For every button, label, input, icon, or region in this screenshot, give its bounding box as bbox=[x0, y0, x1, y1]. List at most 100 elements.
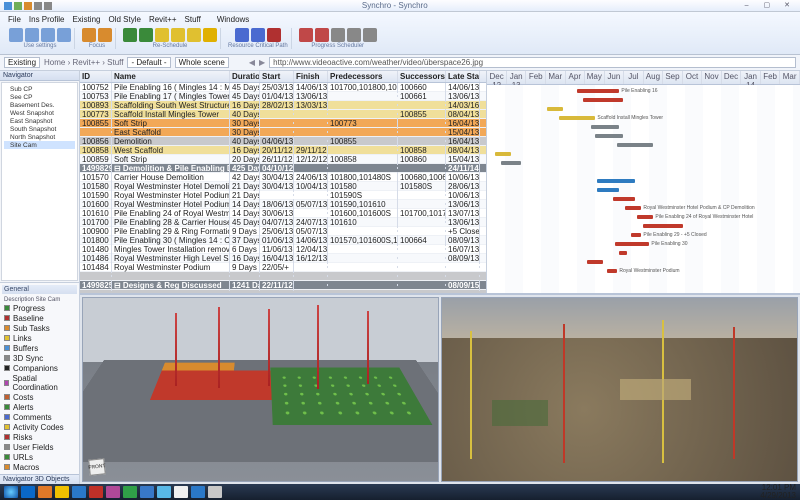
taskbar-app-icon[interactable] bbox=[106, 486, 120, 498]
gantt-bar[interactable] bbox=[607, 269, 617, 273]
property-row[interactable]: Baseline bbox=[2, 313, 77, 323]
tree-item[interactable]: Basement Des. bbox=[4, 101, 75, 109]
ribbon-button[interactable] bbox=[41, 28, 55, 42]
qat-icon[interactable] bbox=[24, 2, 32, 10]
column-header[interactable]: Late Start bbox=[446, 71, 480, 82]
gantt-bar[interactable] bbox=[597, 179, 635, 183]
ribbon-button[interactable] bbox=[155, 28, 169, 42]
property-row[interactable]: Sub Tasks bbox=[2, 323, 77, 333]
tree-item[interactable]: West Snapshot bbox=[4, 109, 75, 117]
ribbon-button[interactable] bbox=[203, 28, 217, 42]
ribbon-button[interactable] bbox=[331, 28, 345, 42]
tree-item[interactable]: Sub CP bbox=[4, 85, 75, 93]
system-clock[interactable]: 12:01 PM 4/29/2013 bbox=[760, 484, 796, 500]
ribbon-button[interactable] bbox=[171, 28, 185, 42]
taskbar-app-icon[interactable] bbox=[55, 486, 69, 498]
ribbon-tab[interactable]: File bbox=[8, 15, 21, 24]
taskbar-app-icon[interactable] bbox=[208, 486, 222, 498]
property-row[interactable]: Companions bbox=[2, 363, 77, 373]
property-row[interactable]: URLs bbox=[2, 452, 77, 462]
property-row[interactable]: Risks bbox=[2, 432, 77, 442]
ribbon-button[interactable] bbox=[251, 28, 265, 42]
gantt-bar[interactable] bbox=[559, 116, 595, 120]
ribbon-button[interactable] bbox=[347, 28, 361, 42]
tree-item[interactable]: South Snapshot bbox=[4, 125, 75, 133]
taskbar-app-icon[interactable] bbox=[140, 486, 154, 498]
property-row[interactable]: 3D Sync bbox=[2, 353, 77, 363]
gantt-bar[interactable] bbox=[643, 224, 683, 228]
property-row[interactable]: Links bbox=[2, 333, 77, 343]
os-taskbar[interactable]: 12:01 PM 4/29/2013 bbox=[0, 484, 800, 500]
ribbon-button[interactable] bbox=[187, 28, 201, 42]
taskbar-app-icon[interactable] bbox=[72, 486, 86, 498]
gantt-bar[interactable] bbox=[597, 188, 619, 192]
taskbar-app-icon[interactable] bbox=[174, 486, 188, 498]
ribbon-tab[interactable]: Windows bbox=[217, 15, 249, 24]
qat-icon[interactable] bbox=[34, 2, 42, 10]
column-header[interactable]: ID bbox=[80, 71, 112, 82]
tree-item[interactable]: See CP bbox=[4, 93, 75, 101]
gantt-bar[interactable] bbox=[495, 152, 511, 156]
property-row[interactable]: Buffers bbox=[2, 343, 77, 353]
ribbon-button[interactable] bbox=[9, 28, 23, 42]
table-row[interactable]: 101484Royal Westminster Podium9 Days22/0… bbox=[80, 263, 486, 272]
gantt-bar[interactable] bbox=[577, 89, 619, 93]
nav-fwd-icon[interactable]: ▶ bbox=[259, 58, 265, 67]
ribbon-button[interactable] bbox=[123, 28, 137, 42]
property-row[interactable]: Progress bbox=[2, 303, 77, 313]
property-row[interactable]: Costs bbox=[2, 392, 77, 402]
ribbon-button[interactable] bbox=[25, 28, 39, 42]
3d-viewport[interactable]: FRONT bbox=[82, 297, 439, 482]
column-header[interactable]: Successors bbox=[398, 71, 446, 82]
ribbon-button[interactable] bbox=[299, 28, 313, 42]
ribbon-button[interactable] bbox=[57, 28, 71, 42]
ribbon-tab[interactable]: Revit++ bbox=[149, 15, 177, 24]
scope-select[interactable]: Whole scene bbox=[175, 57, 229, 68]
gantt-bar[interactable] bbox=[547, 107, 563, 111]
column-header[interactable]: Duration bbox=[230, 71, 260, 82]
taskbar-app-icon[interactable] bbox=[38, 486, 52, 498]
column-header[interactable]: Name bbox=[112, 71, 230, 82]
ribbon-button[interactable] bbox=[235, 28, 249, 42]
tree-item[interactable]: North Snapshot bbox=[4, 133, 75, 141]
gantt-bar[interactable] bbox=[591, 125, 619, 129]
task-grid[interactable]: IDNameDurationStartFinishPredecessorsSuc… bbox=[80, 71, 487, 293]
taskbar-app-icon[interactable] bbox=[191, 486, 205, 498]
ribbon-button[interactable] bbox=[315, 28, 329, 42]
gantt-body[interactable]: Pile Enabling 16Scaffold Install Mingles… bbox=[487, 85, 800, 293]
qat-icon[interactable] bbox=[4, 2, 12, 10]
column-header[interactable]: Finish bbox=[294, 71, 328, 82]
tree-item[interactable]: Site Cam bbox=[4, 141, 75, 149]
grid-rows[interactable]: 100752Pile Enabling 16 ( Mingles 14 : Mi… bbox=[80, 83, 486, 293]
ribbon-button[interactable] bbox=[267, 28, 281, 42]
property-row[interactable]: Spatial Coordination bbox=[2, 373, 77, 392]
column-header[interactable]: Start bbox=[260, 71, 294, 82]
ribbon-tab[interactable]: Existing bbox=[72, 15, 100, 24]
property-row[interactable]: Alerts bbox=[2, 402, 77, 412]
gantt-bar[interactable] bbox=[631, 233, 641, 237]
ribbon-button[interactable] bbox=[363, 28, 377, 42]
navigator-tree[interactable]: Sub CPSee CPBasement Des.West SnapshotEa… bbox=[1, 82, 78, 281]
taskbar-app-icon[interactable] bbox=[21, 486, 35, 498]
gantt-bar[interactable] bbox=[613, 197, 635, 201]
nav-back-icon[interactable]: ◀ bbox=[249, 58, 255, 67]
qat-icon[interactable] bbox=[14, 2, 22, 10]
taskbar-app-icon[interactable] bbox=[157, 486, 171, 498]
ribbon-button[interactable] bbox=[98, 28, 112, 42]
ribbon-button[interactable] bbox=[139, 28, 153, 42]
gantt-bar[interactable] bbox=[617, 143, 653, 147]
ribbon-tab[interactable]: Old Style bbox=[108, 15, 140, 24]
gantt-bar[interactable] bbox=[583, 98, 623, 102]
mode-select[interactable]: Existing bbox=[4, 57, 40, 68]
gantt-bar[interactable] bbox=[615, 242, 649, 246]
gantt-bar[interactable] bbox=[595, 134, 623, 138]
close-button[interactable]: ✕ bbox=[778, 0, 796, 10]
column-header[interactable]: Predecessors bbox=[328, 71, 398, 82]
property-row[interactable]: Comments bbox=[2, 412, 77, 422]
gantt-bar[interactable] bbox=[625, 206, 641, 210]
minimize-button[interactable]: – bbox=[738, 1, 756, 11]
property-row[interactable]: Activity Codes bbox=[2, 422, 77, 432]
table-row[interactable]: 1499825⊟ Designs & Reg Discussed1241 Day… bbox=[80, 281, 486, 290]
gantt-bar[interactable] bbox=[619, 251, 627, 255]
scheme-select[interactable]: - Default - bbox=[127, 57, 170, 68]
